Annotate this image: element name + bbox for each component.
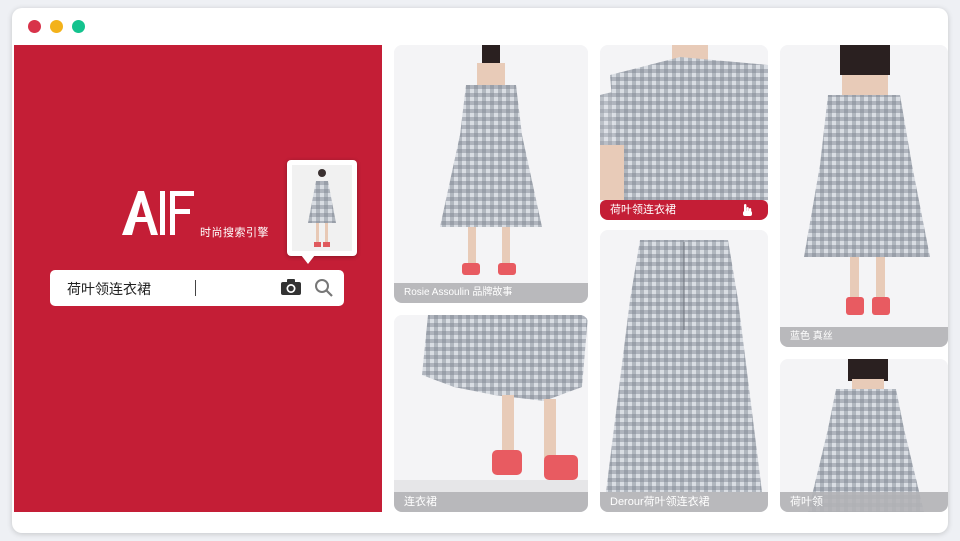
dress-photo: [780, 45, 948, 347]
dress-photo: [394, 315, 588, 512]
result-card[interactable]: Rosie Assoulin 品牌故事: [394, 45, 588, 303]
preview-thumbnail: [292, 165, 352, 251]
aif-logo-icon: [122, 191, 194, 235]
close-button[interactable]: [28, 20, 41, 33]
result-card-selected[interactable]: 荷叶领连衣裙: [600, 45, 768, 220]
search-input[interactable]: 荷叶领连衣裙: [67, 279, 151, 299]
result-caption: Derour荷叶领连衣裙: [600, 492, 768, 512]
search-bar[interactable]: 荷叶领连衣裙: [50, 270, 344, 306]
search-icon[interactable]: [314, 278, 334, 298]
result-caption-highlighted: 荷叶领连衣裙: [600, 200, 768, 220]
result-caption: 连衣裙: [394, 492, 588, 512]
minimize-button[interactable]: [50, 20, 63, 33]
result-caption: 荷叶领: [780, 492, 948, 512]
dress-photo: [600, 45, 768, 220]
dress-photo: [780, 359, 948, 512]
result-card[interactable]: Derour荷叶领连衣裙: [600, 230, 768, 512]
result-card[interactable]: 荷叶领: [780, 359, 948, 512]
maximize-button[interactable]: [72, 20, 85, 33]
dress-photo: [394, 45, 588, 303]
highlighted-caption-text: 荷叶领连衣裙: [610, 203, 676, 216]
brand-logo: 时尚搜索引擎: [120, 187, 269, 247]
result-card[interactable]: 连衣裙: [394, 315, 588, 512]
image-preview-bubble[interactable]: [287, 160, 357, 264]
browser-window: 时尚搜索引擎 荷叶领连衣裙 Rosie Assoulin 品牌故事 连衣裙 荷叶…: [12, 8, 948, 533]
brand-tagline: 时尚搜索引擎: [200, 226, 269, 239]
camera-icon[interactable]: [280, 278, 302, 296]
search-panel: 时尚搜索引擎 荷叶领连衣裙: [14, 45, 382, 512]
text-cursor: [195, 280, 196, 296]
result-card[interactable]: 蓝色 真丝: [780, 45, 948, 347]
result-caption: 蓝色 真丝: [780, 327, 948, 347]
dress-photo: [600, 230, 768, 512]
title-bar: [12, 8, 948, 44]
pointer-hand-icon: [743, 204, 752, 216]
result-caption: Rosie Assoulin 品牌故事: [394, 283, 588, 303]
